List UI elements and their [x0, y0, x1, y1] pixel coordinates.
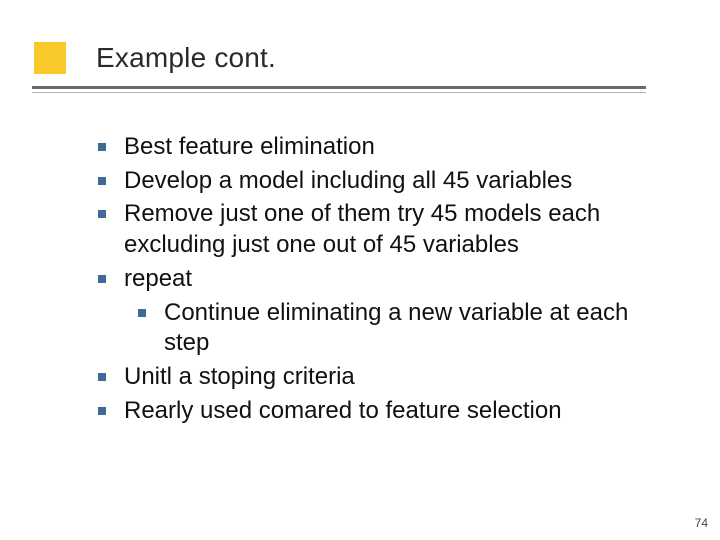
- bullet-level1: Rearly used comared to feature selection: [88, 396, 668, 427]
- slide-title: Example cont.: [96, 42, 276, 74]
- slide: Example cont. Best feature elimination D…: [0, 0, 720, 540]
- page-number: 74: [695, 516, 708, 530]
- bullet-level1: repeat: [88, 264, 668, 295]
- bullet-level2: Continue eliminating a new variable at e…: [88, 298, 668, 359]
- title-rule-thick: [32, 86, 646, 89]
- bullet-level1: Best feature elimination: [88, 132, 668, 163]
- accent-block: [34, 42, 66, 74]
- bullet-level1: Unitl a stoping criteria: [88, 362, 668, 393]
- body-text: Best feature elimination Develop a model…: [88, 132, 668, 429]
- bullet-level1: Remove just one of them try 45 models ea…: [88, 199, 668, 260]
- title-rule-thin: [32, 92, 646, 93]
- bullet-level1: Develop a model including all 45 variabl…: [88, 166, 668, 197]
